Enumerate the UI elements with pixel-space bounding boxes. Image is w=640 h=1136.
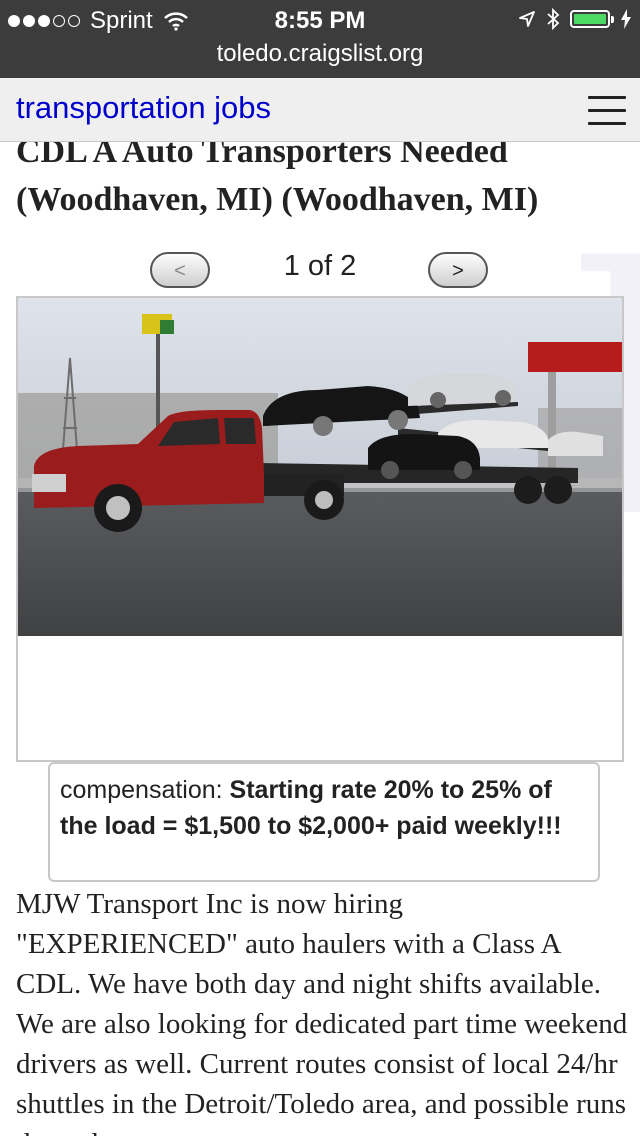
location-arrow-icon: [519, 11, 535, 27]
image-counter: 1 of 2: [283, 250, 357, 282]
url-bar[interactable]: toledo.craigslist.org: [0, 40, 640, 78]
status-icons: [518, 8, 632, 30]
posting-content: cl CDL A Auto Transporters Needed (Woodh…: [0, 142, 640, 1136]
battery-icon: [570, 10, 614, 28]
compensation-box: compensation: Starting rate 20% to 25% o…: [48, 762, 600, 882]
posting-title: CDL A Auto Transporters Needed (Woodhave…: [16, 142, 539, 218]
category-header: transportation jobs: [0, 78, 640, 142]
status-bar: Sprint 8:55 PM: [0, 0, 640, 40]
next-image-button[interactable]: >: [428, 252, 488, 288]
hamburger-icon[interactable]: [588, 96, 626, 126]
truck-photo: [18, 298, 622, 636]
url-text: toledo.craigslist.org: [216, 40, 424, 67]
posting-body: MJW Transport Inc is now hiring "EXPERIE…: [16, 888, 628, 1136]
bluetooth-icon: [547, 8, 560, 30]
prev-image-button[interactable]: <: [150, 252, 210, 288]
compensation-label: compensation:: [60, 776, 230, 804]
charging-bolt-icon: [621, 9, 631, 29]
image-pager: < 1 of 2 >: [0, 250, 640, 294]
image-gallery[interactable]: [16, 296, 624, 762]
category-link[interactable]: transportation jobs: [16, 90, 271, 126]
